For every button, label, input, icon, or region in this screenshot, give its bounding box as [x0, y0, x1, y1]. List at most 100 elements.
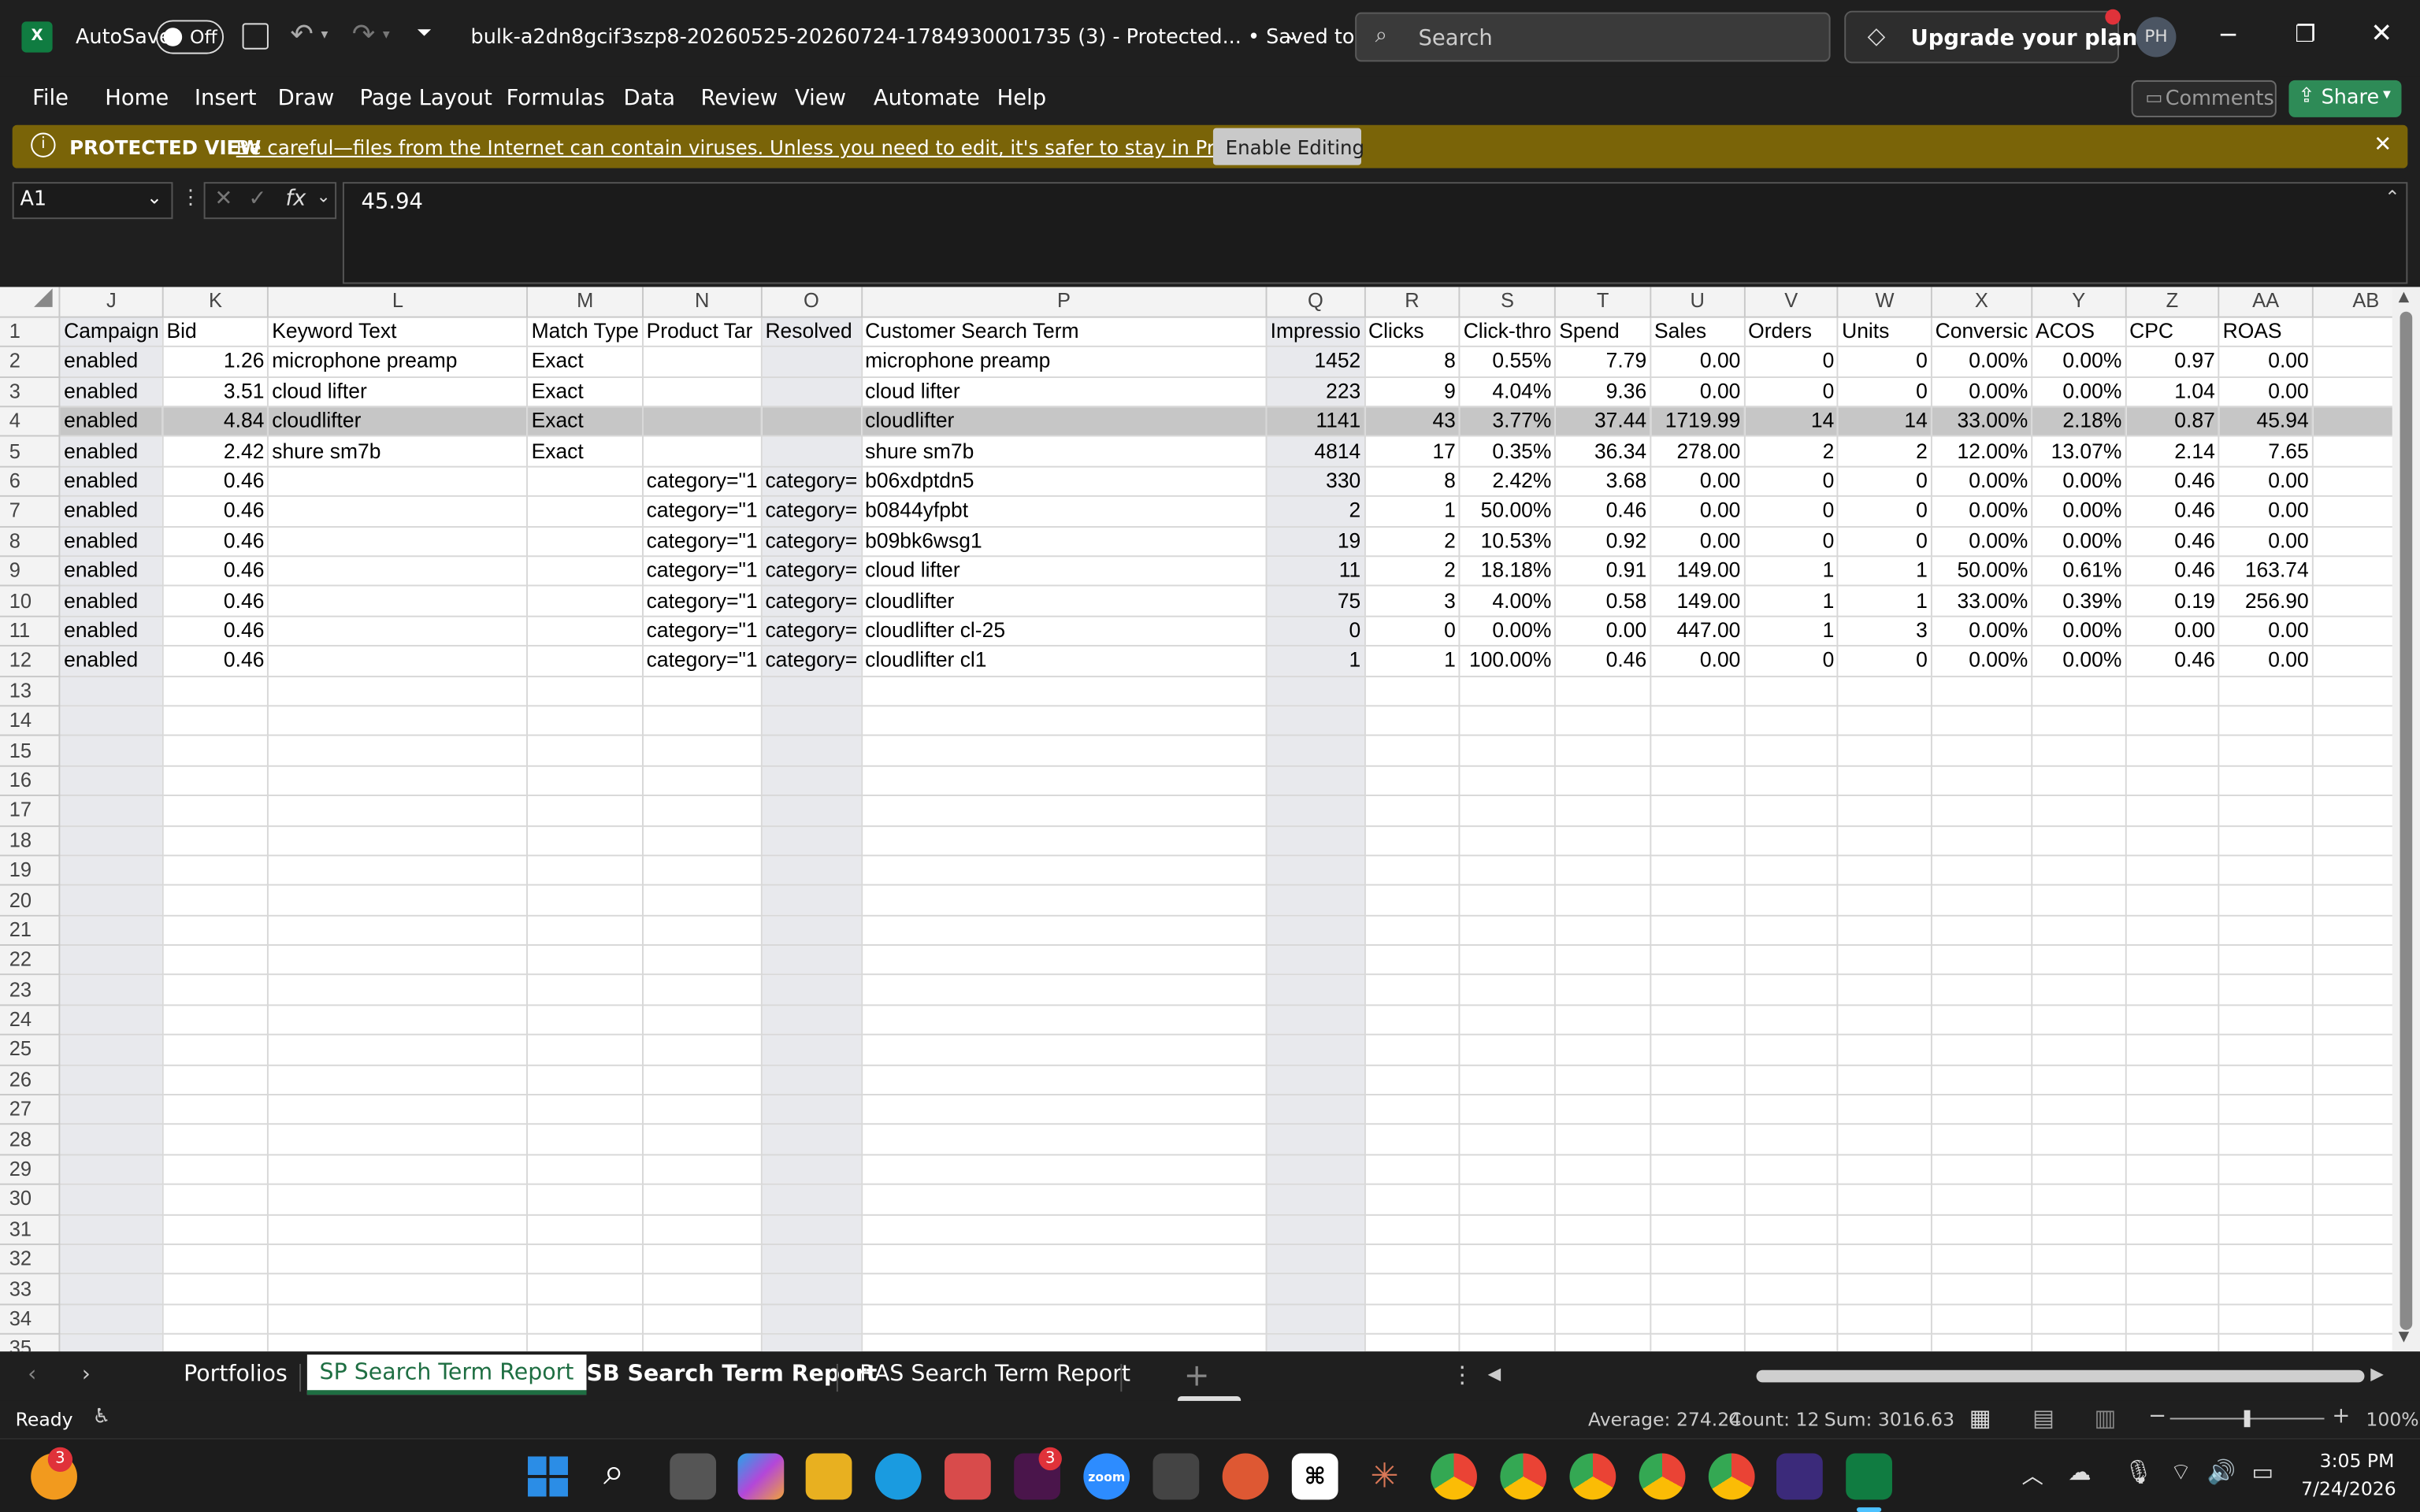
cell[interactable] — [60, 706, 164, 737]
cell[interactable] — [1459, 915, 1557, 947]
cell[interactable] — [861, 1304, 1268, 1336]
row-header[interactable]: 13 — [0, 676, 61, 707]
cell[interactable]: 149.00 — [1650, 556, 1746, 587]
cell[interactable] — [162, 825, 269, 857]
cell[interactable]: 0 — [1744, 496, 1839, 528]
cell[interactable]: enabled — [60, 496, 164, 528]
cell[interactable] — [268, 1184, 529, 1216]
sheet-body[interactable]: 1 Campaign Bid Keyword Text Match Type Produc… — [0, 317, 2420, 1352]
cell[interactable] — [1931, 1154, 2033, 1186]
cell[interactable] — [761, 1035, 863, 1066]
table-row[interactable]: 10 enabled 0.46 category="1 category= cloudli… — [0, 586, 2420, 617]
row-header[interactable]: 34 — [0, 1304, 61, 1336]
chrome-profile-icon[interactable] — [1708, 1453, 1755, 1500]
cell[interactable]: 0.00 — [2218, 466, 2314, 498]
row-header[interactable]: 33 — [0, 1274, 61, 1306]
column-header[interactable]: K — [162, 287, 269, 318]
cell[interactable] — [1459, 885, 1557, 917]
cell[interactable]: 0.46 — [2125, 556, 2220, 587]
cell[interactable]: category= — [761, 526, 863, 558]
cell[interactable] — [1459, 1274, 1557, 1306]
cell[interactable] — [162, 1095, 269, 1126]
cell[interactable] — [1459, 1214, 1557, 1246]
cell[interactable] — [1364, 975, 1461, 1006]
cell[interactable]: cloudlifter — [861, 406, 1268, 438]
table-row[interactable]: 12 enabled 0.46 category="1 category= cloudli… — [0, 646, 2420, 677]
cell[interactable]: category= — [761, 556, 863, 587]
cell[interactable] — [1266, 945, 1366, 976]
table-row[interactable]: 14 — [0, 706, 2420, 737]
cell[interactable]: enabled — [60, 376, 164, 408]
header-cell[interactable]: Resolved — [761, 317, 863, 348]
cell[interactable] — [1744, 1214, 1839, 1246]
cell[interactable] — [1744, 706, 1839, 737]
cell[interactable] — [162, 945, 269, 976]
cell[interactable] — [1555, 825, 1652, 857]
cell[interactable] — [861, 1184, 1268, 1216]
cell[interactable]: 0.87 — [2125, 406, 2220, 438]
table-row[interactable]: 7 enabled 0.46 category="1 category= b0844yfp… — [0, 496, 2420, 528]
cell[interactable] — [1459, 765, 1557, 797]
cell[interactable] — [1744, 1125, 1839, 1156]
cell[interactable] — [1266, 825, 1366, 857]
cell[interactable] — [1266, 736, 1366, 767]
cell[interactable] — [162, 1035, 269, 1066]
cell[interactable] — [1266, 1154, 1366, 1186]
cell[interactable]: 17 — [1364, 436, 1461, 468]
upgrade-plan-button[interactable]: ◇ Upgrade your plan — [1844, 9, 2137, 64]
share-chevron-icon[interactable]: ▾ — [2383, 87, 2391, 104]
cell[interactable]: 7.79 — [1555, 346, 1652, 378]
cell[interactable] — [761, 1274, 863, 1306]
redo-dropdown-icon[interactable]: ▾ — [383, 28, 390, 43]
cell[interactable] — [642, 1244, 763, 1276]
cell[interactable] — [1650, 706, 1746, 737]
menu-insert[interactable]: Insert — [195, 87, 257, 111]
edge-icon[interactable] — [874, 1453, 922, 1500]
vertical-scroll-thumb[interactable] — [2400, 311, 2413, 1330]
cell[interactable]: cloudlifter cl-25 — [861, 616, 1268, 647]
cell[interactable] — [1838, 825, 1932, 857]
cell[interactable] — [2218, 1035, 2314, 1066]
row-header[interactable]: 22 — [0, 945, 61, 976]
cell[interactable] — [2125, 1214, 2220, 1246]
cell[interactable] — [1650, 1154, 1746, 1186]
cell[interactable] — [162, 736, 269, 767]
cell[interactable] — [2125, 825, 2220, 857]
header-cell[interactable]: ROAS — [2218, 317, 2314, 348]
normal-view-icon[interactable]: ▦ — [1969, 1404, 1991, 1432]
cell[interactable]: 18.18% — [1459, 556, 1557, 587]
scroll-down-icon[interactable]: ▼ — [2399, 1330, 2410, 1346]
cell[interactable] — [2125, 1065, 2220, 1096]
cell[interactable]: 0.00% — [2032, 346, 2127, 378]
cell[interactable] — [1459, 1125, 1557, 1156]
cell[interactable]: 0 — [1838, 646, 1932, 677]
cell[interactable] — [527, 676, 644, 707]
cell[interactable] — [1266, 1334, 1366, 1352]
claude-icon[interactable]: ✳ — [1361, 1454, 1408, 1500]
cell[interactable] — [761, 406, 863, 438]
cell[interactable]: 12.00% — [1931, 436, 2033, 468]
cell[interactable]: 33.00% — [1931, 406, 2033, 438]
column-header[interactable]: W — [1838, 287, 1932, 318]
cell[interactable]: 0.00 — [1650, 496, 1746, 528]
cell[interactable]: 3 — [1364, 586, 1461, 617]
cell[interactable] — [1266, 1274, 1366, 1306]
cell[interactable] — [1650, 1244, 1746, 1276]
cell[interactable] — [1555, 1095, 1652, 1126]
cell[interactable]: category="1 — [642, 646, 763, 677]
cell[interactable]: 278.00 — [1650, 436, 1746, 468]
column-header[interactable]: U — [1650, 287, 1746, 318]
cell[interactable] — [268, 1274, 529, 1306]
cell[interactable] — [1555, 1214, 1652, 1246]
cell[interactable]: 0.58 — [1555, 586, 1652, 617]
cell[interactable]: 330 — [1266, 466, 1366, 498]
formula-input[interactable]: 45.94 ⌃ — [342, 182, 2408, 284]
cell[interactable]: 36.34 — [1555, 436, 1652, 468]
cell[interactable] — [1650, 1304, 1746, 1336]
cell[interactable] — [1931, 765, 2033, 797]
cell[interactable] — [642, 1065, 763, 1096]
column-header[interactable]: Z — [2125, 287, 2220, 318]
cell[interactable] — [162, 1334, 269, 1352]
cell[interactable] — [761, 1065, 863, 1096]
cell[interactable] — [2032, 1184, 2127, 1216]
